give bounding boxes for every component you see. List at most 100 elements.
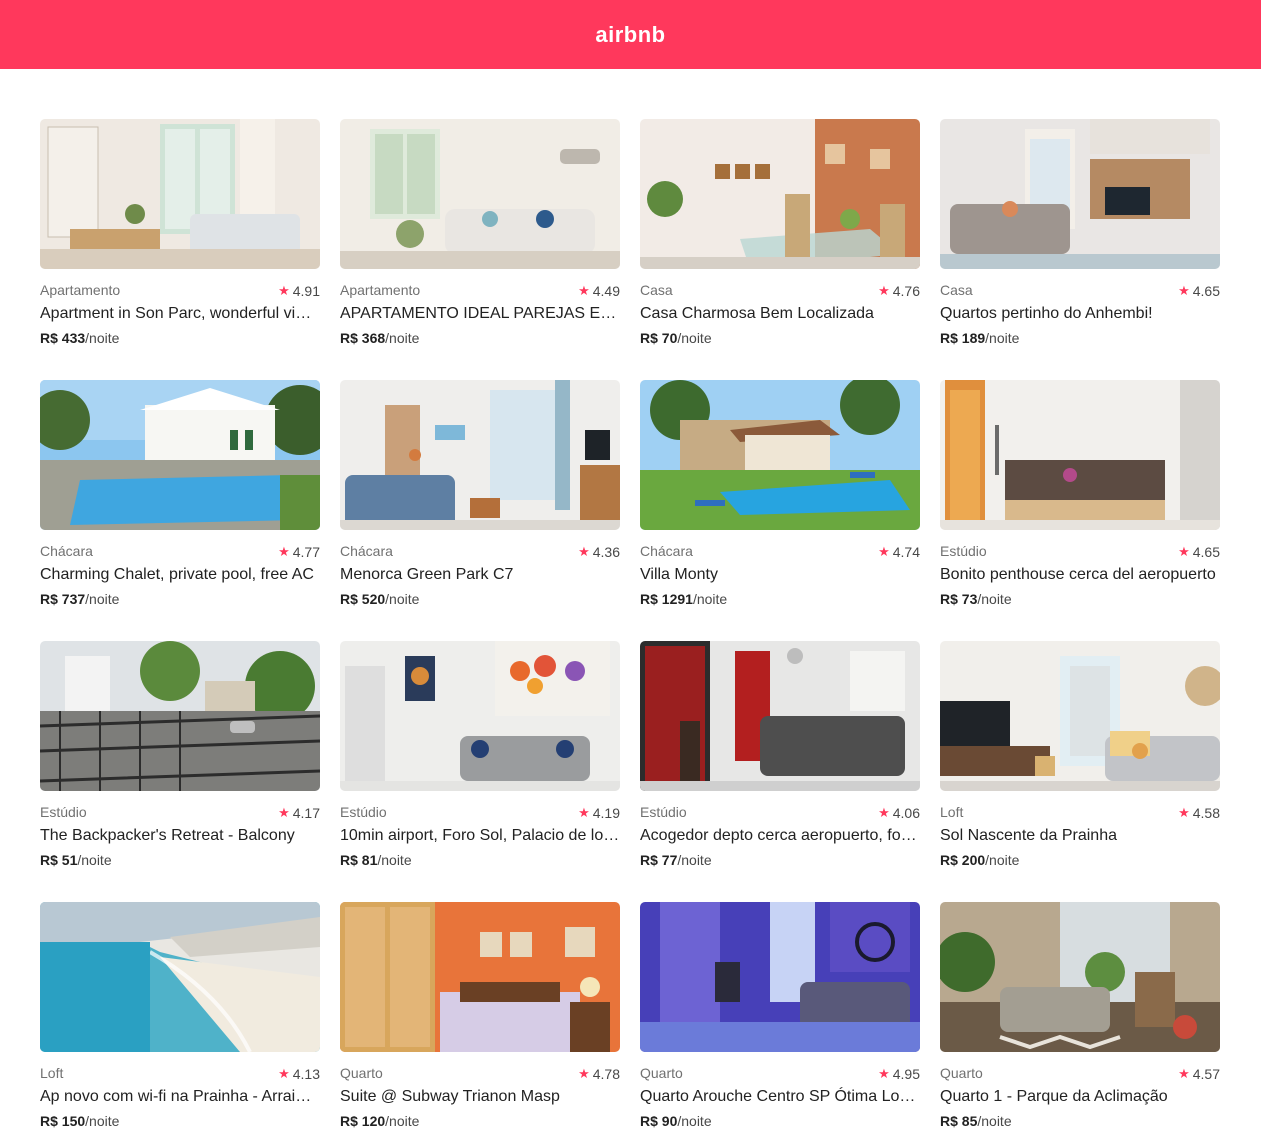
listing-title[interactable]: Apartment in Son Parc, wonderful views — [40, 304, 320, 324]
listing-type: Chácara — [640, 543, 693, 559]
price-unit: /noite — [985, 330, 1020, 346]
price-value: R$ 200 — [940, 852, 986, 868]
listing-photo[interactable] — [40, 902, 320, 1052]
price-unit: /noite — [677, 852, 712, 868]
listing-meta: Quarto ★ 4.78 — [340, 1065, 620, 1083]
listing-card[interactable]: Quarto ★ 4.57 Quarto 1 - Parque da Aclim… — [940, 902, 1220, 1129]
rating-value: 4.49 — [592, 283, 620, 299]
listing-rating: ★ 4.74 — [878, 544, 920, 560]
listing-rating: ★ 4.95 — [878, 1066, 920, 1082]
listing-type: Casa — [940, 282, 973, 298]
price-unit: /noite — [385, 591, 420, 607]
listing-card[interactable]: Loft ★ 4.58 Sol Nascente da Prainha R$ 2… — [940, 641, 1220, 868]
listing-card[interactable]: Casa ★ 4.76 Casa Charmosa Bem Localizada… — [640, 119, 920, 346]
star-icon: ★ — [578, 544, 590, 559]
listing-meta: Estúdio ★ 4.65 — [940, 543, 1220, 561]
price-value: R$ 150 — [40, 1113, 86, 1129]
price-unit: /noite — [77, 852, 112, 868]
price-unit: /noite — [692, 591, 728, 607]
listing-price: R$ 77/noite — [640, 852, 920, 868]
listing-photo[interactable] — [640, 119, 920, 269]
listing-title[interactable]: Ap novo com wi-fi na Prainha - Arraial d… — [40, 1087, 320, 1107]
rating-value: 4.65 — [1192, 283, 1220, 299]
listing-rating: ★ 4.77 — [278, 544, 320, 560]
listing-price: R$ 85/noite — [940, 1113, 1220, 1129]
price-value: R$ 85 — [940, 1113, 978, 1129]
listing-type: Estúdio — [40, 804, 87, 820]
listing-title[interactable]: Sol Nascente da Prainha — [940, 826, 1220, 846]
price-value: R$ 1291 — [640, 591, 693, 607]
listing-photo[interactable] — [640, 380, 920, 530]
airbnb-logo[interactable]: airbnb — [595, 22, 665, 48]
listing-title[interactable]: 10min airport, Foro Sol, Palacio de los … — [340, 826, 620, 846]
listing-meta: Chácara ★ 4.77 — [40, 543, 320, 561]
listing-card[interactable]: Chácara ★ 4.74 Villa Monty R$ 1291/noite — [640, 380, 920, 607]
rating-value: 4.78 — [592, 1066, 620, 1082]
listing-price: R$ 1291/noite — [640, 591, 920, 607]
listing-photo[interactable] — [640, 902, 920, 1052]
listing-price: R$ 150/noite — [40, 1113, 320, 1129]
listing-type: Estúdio — [640, 804, 687, 820]
listing-card[interactable]: Quarto ★ 4.78 Suite @ Subway Trianon Mas… — [340, 902, 620, 1129]
listing-card[interactable]: Estúdio ★ 4.06 Acogedor depto cerca aero… — [640, 641, 920, 868]
listing-price: R$ 737/noite — [40, 591, 320, 607]
listing-card[interactable]: Apartamento ★ 4.91 Apartment in Son Parc… — [40, 119, 320, 346]
listing-title[interactable]: Suite @ Subway Trianon Masp — [340, 1087, 620, 1107]
listing-photo[interactable] — [640, 641, 920, 791]
star-icon: ★ — [1178, 805, 1190, 820]
listing-photo[interactable] — [940, 641, 1220, 791]
listing-meta: Loft ★ 4.13 — [40, 1065, 320, 1083]
price-value: R$ 189 — [940, 330, 986, 346]
listing-rating: ★ 4.19 — [578, 805, 620, 821]
rating-value: 4.65 — [1192, 544, 1220, 560]
listing-title[interactable]: Menorca Green Park C7 — [340, 565, 620, 585]
listing-meta: Estúdio ★ 4.17 — [40, 804, 320, 822]
listing-photo[interactable] — [340, 641, 620, 791]
listing-photo[interactable] — [340, 902, 620, 1052]
star-icon: ★ — [1178, 544, 1190, 559]
price-value: R$ 77 — [640, 852, 678, 868]
star-icon: ★ — [278, 283, 290, 298]
listing-photo[interactable] — [940, 902, 1220, 1052]
listing-photo[interactable] — [940, 119, 1220, 269]
listing-photo[interactable] — [40, 119, 320, 269]
listing-card[interactable]: Apartamento ★ 4.49 APARTAMENTO IDEAL PAR… — [340, 119, 620, 346]
listing-photo[interactable] — [40, 380, 320, 530]
listing-card[interactable]: Casa ★ 4.65 Quartos pertinho do Anhembi!… — [940, 119, 1220, 346]
listing-card[interactable]: Chácara ★ 4.36 Menorca Green Park C7 R$ … — [340, 380, 620, 607]
price-unit: /noite — [385, 1113, 420, 1129]
listing-title[interactable]: Bonito penthouse cerca del aeropuerto — [940, 565, 1220, 585]
listing-title[interactable]: APARTAMENTO IDEAL PAREJAS EN MENORCA — [340, 304, 620, 324]
price-value: R$ 51 — [40, 852, 78, 868]
listing-card[interactable]: Loft ★ 4.13 Ap novo com wi-fi na Prainha… — [40, 902, 320, 1129]
listing-title[interactable]: Charming Chalet, private pool, free AC — [40, 565, 320, 585]
listing-title[interactable]: Quartos pertinho do Anhembi! — [940, 304, 1220, 324]
listing-photo[interactable] — [340, 119, 620, 269]
listing-title[interactable]: Casa Charmosa Bem Localizada — [640, 304, 920, 324]
listing-title[interactable]: Villa Monty — [640, 565, 920, 585]
listing-card[interactable]: Estúdio ★ 4.19 10min airport, Foro Sol, … — [340, 641, 620, 868]
listing-card[interactable]: Chácara ★ 4.77 Charming Chalet, private … — [40, 380, 320, 607]
listing-photo[interactable] — [940, 380, 1220, 530]
listing-title[interactable]: The Backpacker's Retreat - Balcony — [40, 826, 320, 846]
top-header: airbnb — [0, 0, 1261, 69]
rating-value: 4.58 — [1192, 805, 1220, 821]
listing-rating: ★ 4.91 — [278, 283, 320, 299]
price-unit: /noite — [977, 591, 1012, 607]
listing-meta: Casa ★ 4.76 — [640, 282, 920, 300]
listing-card[interactable]: Quarto ★ 4.95 Quarto Arouche Centro SP Ó… — [640, 902, 920, 1129]
price-unit: /noite — [385, 330, 420, 346]
listing-title[interactable]: Quarto Arouche Centro SP Ótima Localizaç… — [640, 1087, 920, 1107]
listing-photo[interactable] — [40, 641, 320, 791]
listing-photo[interactable] — [340, 380, 620, 530]
listing-rating: ★ 4.13 — [278, 1066, 320, 1082]
listing-title[interactable]: Acogedor depto cerca aeropuerto, foro so… — [640, 826, 920, 846]
listing-title[interactable]: Quarto 1 - Parque da Aclimação — [940, 1087, 1220, 1107]
listing-card[interactable]: Estúdio ★ 4.65 Bonito penthouse cerca de… — [940, 380, 1220, 607]
listing-meta: Chácara ★ 4.36 — [340, 543, 620, 561]
listing-meta: Apartamento ★ 4.49 — [340, 282, 620, 300]
rating-value: 4.13 — [292, 1066, 320, 1082]
listing-card[interactable]: Estúdio ★ 4.17 The Backpacker's Retreat … — [40, 641, 320, 868]
listing-price: R$ 433/noite — [40, 330, 320, 346]
price-value: R$ 70 — [640, 330, 678, 346]
